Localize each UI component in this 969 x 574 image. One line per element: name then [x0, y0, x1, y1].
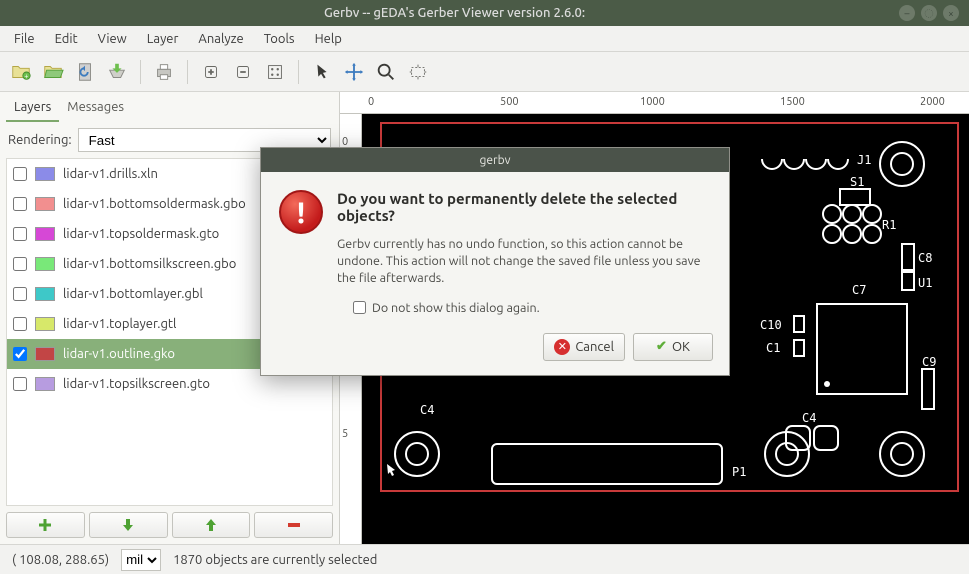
- svg-text:C7: C7: [852, 283, 866, 297]
- toolbar: +: [0, 52, 969, 92]
- rendering-label: Rendering:: [8, 133, 72, 147]
- delete-confirm-dialog: gerbv ! Do you want to permanently delet…: [260, 147, 730, 376]
- cancel-label: Cancel: [575, 340, 614, 354]
- layer-color-swatch[interactable]: [35, 317, 55, 331]
- tab-layers[interactable]: Layers: [6, 96, 59, 122]
- save-icon[interactable]: [102, 57, 132, 87]
- zoom-in-icon[interactable]: [196, 57, 226, 87]
- layer-visibility-checkbox[interactable]: [13, 227, 27, 241]
- layer-color-swatch[interactable]: [35, 287, 55, 301]
- window-controls: – ◌ ×: [899, 5, 959, 21]
- svg-text:C8: C8: [918, 251, 932, 265]
- zoom-tool-icon[interactable]: [371, 57, 401, 87]
- ruler-tick: 1000: [640, 96, 665, 108]
- svg-text:P1: P1: [732, 465, 746, 479]
- dialog-title: gerbv: [261, 148, 729, 172]
- layer-name-label: lidar-v1.topsilkscreen.gto: [63, 377, 326, 391]
- layer-color-swatch[interactable]: [35, 167, 55, 181]
- ruler-tick: 500: [500, 96, 519, 108]
- layer-visibility-checkbox[interactable]: [13, 197, 27, 211]
- dialog-dont-show[interactable]: Do not show this dialog again.: [337, 301, 711, 315]
- ruler-top: 0 500 1000 1500 2000: [340, 92, 969, 114]
- menu-view[interactable]: View: [90, 29, 135, 49]
- layer-visibility-checkbox[interactable]: [13, 347, 27, 361]
- layer-visibility-checkbox[interactable]: [13, 377, 27, 391]
- layer-up-button[interactable]: [172, 512, 251, 538]
- measure-icon[interactable]: [403, 57, 433, 87]
- layer-visibility-checkbox[interactable]: [13, 317, 27, 331]
- layer-visibility-checkbox[interactable]: [13, 287, 27, 301]
- pointer-icon[interactable]: [307, 57, 337, 87]
- svg-text:S1: S1: [850, 175, 864, 189]
- layer-color-swatch[interactable]: [35, 347, 55, 361]
- cancel-x-icon: ✕: [554, 339, 570, 355]
- titlebar: Gerbv -- gEDA's Gerber Viewer version 2.…: [0, 0, 969, 26]
- layer-visibility-checkbox[interactable]: [13, 167, 27, 181]
- ruler-tick: 2000: [920, 96, 945, 108]
- menu-edit[interactable]: Edit: [47, 29, 86, 49]
- revert-icon[interactable]: [70, 57, 100, 87]
- svg-text:+: +: [24, 72, 28, 80]
- svg-text:C10: C10: [760, 318, 782, 332]
- menu-layer[interactable]: Layer: [139, 29, 187, 49]
- layer-color-swatch[interactable]: [35, 227, 55, 241]
- menu-file[interactable]: File: [6, 29, 43, 49]
- zoom-out-icon[interactable]: [228, 57, 258, 87]
- status-coords: ( 108.08, 288.65): [12, 553, 109, 567]
- fit-icon[interactable]: [260, 57, 290, 87]
- layer-color-swatch[interactable]: [35, 377, 55, 391]
- open-folder-icon[interactable]: [38, 57, 68, 87]
- ok-label: OK: [672, 340, 690, 354]
- menubar: File Edit View Layer Analyze Tools Help: [0, 26, 969, 52]
- ruler-tick: 5: [342, 428, 348, 440]
- layer-remove-button[interactable]: [254, 512, 333, 538]
- warning-icon: !: [279, 190, 323, 234]
- statusbar: ( 108.08, 288.65) mil 1870 objects are c…: [0, 544, 969, 574]
- new-project-icon[interactable]: +: [6, 57, 36, 87]
- svg-text:C1: C1: [766, 341, 780, 355]
- ruler-tick: 1500: [780, 96, 805, 108]
- layer-add-button[interactable]: [6, 512, 85, 538]
- side-tabs: Layers Messages: [0, 92, 339, 122]
- dont-show-checkbox[interactable]: [353, 301, 366, 314]
- svg-text:C4: C4: [802, 411, 816, 425]
- c4-label: C4: [420, 403, 434, 417]
- dialog-body-text: Gerbv currently has no undo function, so…: [337, 236, 711, 287]
- layer-color-swatch[interactable]: [35, 197, 55, 211]
- svg-text:U1: U1: [918, 276, 932, 290]
- close-icon[interactable]: ×: [943, 5, 959, 21]
- menu-analyze[interactable]: Analyze: [190, 29, 251, 49]
- cancel-button[interactable]: ✕ Cancel: [543, 333, 625, 361]
- pan-icon[interactable]: [339, 57, 369, 87]
- cursor-icon: [387, 464, 395, 476]
- svg-text:R1: R1: [882, 218, 896, 232]
- dont-show-label: Do not show this dialog again.: [372, 301, 540, 315]
- minimize-icon[interactable]: –: [899, 5, 915, 21]
- status-selection: 1870 objects are currently selected: [173, 553, 377, 567]
- layer-color-swatch[interactable]: [35, 257, 55, 271]
- print-icon[interactable]: [149, 57, 179, 87]
- maximize-icon[interactable]: ◌: [921, 5, 937, 21]
- menu-tools[interactable]: Tools: [256, 29, 303, 49]
- unit-select[interactable]: mil: [121, 549, 161, 571]
- layer-down-button[interactable]: [89, 512, 168, 538]
- ok-check-icon: ✔: [656, 339, 667, 354]
- layer-visibility-checkbox[interactable]: [13, 257, 27, 271]
- window-title: Gerbv -- gEDA's Gerber Viewer version 2.…: [10, 6, 899, 20]
- svg-text:J1: J1: [857, 153, 871, 167]
- dialog-heading: Do you want to permanently delete the se…: [337, 190, 711, 224]
- layer-actions: [0, 506, 339, 544]
- menu-help[interactable]: Help: [307, 29, 350, 49]
- ruler-tick: 0: [368, 96, 374, 108]
- svg-text:C9: C9: [922, 355, 936, 369]
- ok-button[interactable]: ✔ OK: [633, 333, 713, 361]
- tab-messages[interactable]: Messages: [59, 96, 132, 122]
